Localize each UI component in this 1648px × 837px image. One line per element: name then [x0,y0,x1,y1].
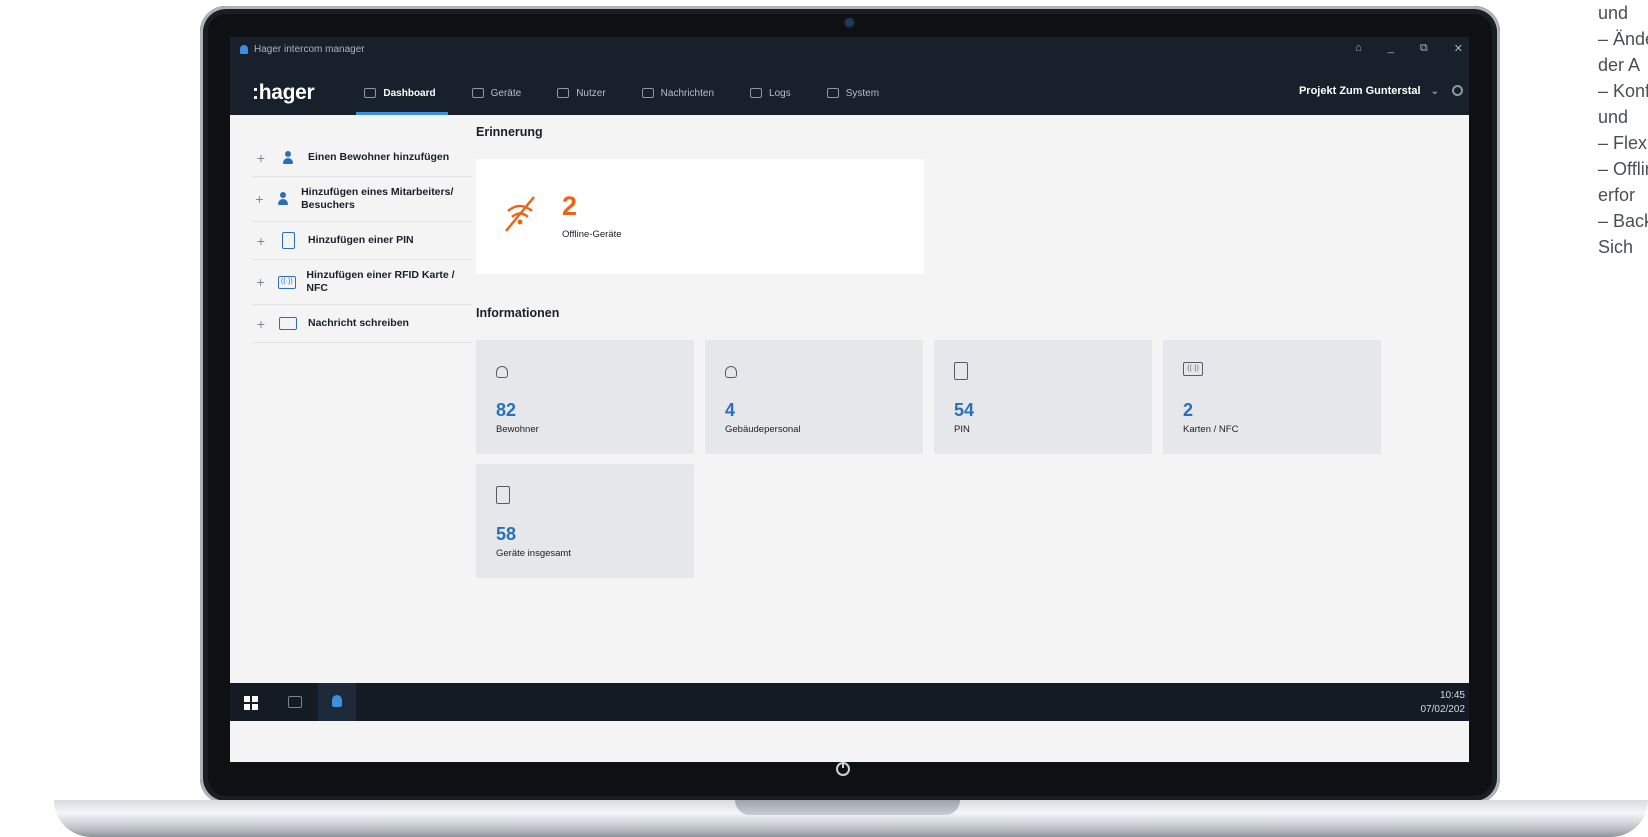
taskbar: 10:45 07/02/202 [230,683,1469,721]
windows-start-icon[interactable] [244,696,258,710]
sidebar-item-add-rfid[interactable]: + ((·)) Hinzufügen einer RFID Karte / NF… [252,260,472,305]
rfid-icon: ((·)) [1183,362,1203,376]
gear-icon[interactable] [1452,85,1463,96]
tab-geraete[interactable]: Geräte [454,71,540,115]
offline-wifi-icon [505,196,535,232]
sidebar-item-add-resident[interactable]: + Einen Bewohner hinzufügen [252,139,472,177]
card-label: Bewohner [496,424,539,435]
person-icon [283,150,293,165]
bell-icon [240,45,248,54]
tab-system[interactable]: System [809,71,897,115]
home-icon [364,88,377,98]
minimize-button[interactable]: _ [1388,42,1394,55]
reminder-heading: Erinnerung [476,125,543,139]
rfid-icon: ((·)) [277,275,296,289]
logs-icon [750,88,763,98]
sidebar-item-add-pin[interactable]: + Hinzufügen einer PIN [252,222,472,260]
plus-icon: + [256,149,266,166]
card-label: Karten / NFC [1183,424,1239,435]
hager-logo: :hager [252,81,315,104]
card-value: 4 [725,400,736,420]
sidebar-item-write-message[interactable]: + Nachricht schreiben [252,305,472,343]
taskbar-clock[interactable]: 10:45 07/02/202 [1421,689,1466,717]
system-icon [826,88,839,98]
card-label: Geräte insgesamt [496,548,571,559]
app-screen: Hager intercom manager ⌂ _ ⧉ ✕ :hager Da… [230,37,1469,762]
dashboard-content: + Einen Bewohner hinzufügen + Hinzufügen… [230,123,1469,720]
app-title-text: Hager intercom manager [254,44,365,55]
product-photo: Hager intercom manager ⌂ _ ⧉ ✕ :hager Da… [0,0,1648,837]
tab-nachrichten[interactable]: Nachrichten [624,71,732,115]
card-label: Gebäudepersonal [725,424,801,435]
users-icon [557,88,570,98]
chevron-down-icon: ⌄ [1430,85,1439,97]
lock-icon[interactable]: ⌂ [1355,42,1362,55]
info-heading: Informationen [476,306,560,320]
message-icon [279,317,297,330]
app-title: Hager intercom manager [240,44,365,55]
card-label: PIN [954,424,970,435]
card-staff[interactable]: 4 Gebäudepersonal [705,340,923,454]
side-text: und – Ände der A – Konf und – Flexi – Of… [1598,3,1648,257]
pin-icon [281,232,295,249]
reminder-card[interactable]: 2 Offline-Geräte [476,159,924,274]
plus-icon: + [256,232,266,249]
tab-nutzer[interactable]: Nutzer [539,71,623,115]
power-icon [836,762,850,776]
card-value: 82 [496,400,517,420]
quick-actions: + Einen Bewohner hinzufügen + Hinzufügen… [252,139,472,343]
main-tabs: Dashboard Geräte Nutzer Nachrichten Logs… [346,71,897,115]
window-controls: ⌂ _ ⧉ ✕ [1355,42,1463,55]
card-value: 2 [1183,400,1194,420]
plus-icon: + [256,274,265,290]
card-pin[interactable]: 54 PIN [934,340,1152,454]
tab-dashboard[interactable]: Dashboard [346,71,453,115]
staff-icon [725,366,737,378]
nav-bar: :hager Dashboard Geräte Nutzer Nachricht… [230,71,1469,115]
task-view-icon[interactable] [288,696,302,708]
laptop-notch [735,800,960,815]
pin-icon [954,362,968,380]
plus-icon: + [255,191,264,207]
offline-count: 2 [562,191,578,221]
card-residents[interactable]: 82 Bewohner [476,340,694,454]
sidebar-item-add-staff[interactable]: + Hinzufügen eines Mitarbeiters/ Besuche… [252,177,472,222]
message-icon [641,88,654,98]
offline-label: Offline-Geräte [562,229,622,240]
project-selector[interactable]: Projekt Zum Gunterstal ⌄ [1299,85,1439,97]
group-icon [277,192,288,206]
camera-icon [845,18,854,27]
close-button[interactable]: ✕ [1454,42,1463,55]
device-icon [471,88,484,98]
card-value: 54 [954,400,975,420]
plus-icon: + [256,315,266,332]
tab-logs[interactable]: Logs [732,71,809,115]
taskbar-app-bell-icon[interactable] [318,683,356,721]
person-icon [496,366,508,378]
card-devices[interactable]: 58 Geräte insgesamt [476,464,694,578]
card-value: 58 [496,524,517,544]
device-icon [496,486,510,504]
card-nfc[interactable]: ((·)) 2 Karten / NFC [1163,340,1381,454]
restore-button[interactable]: ⧉ [1420,42,1428,55]
